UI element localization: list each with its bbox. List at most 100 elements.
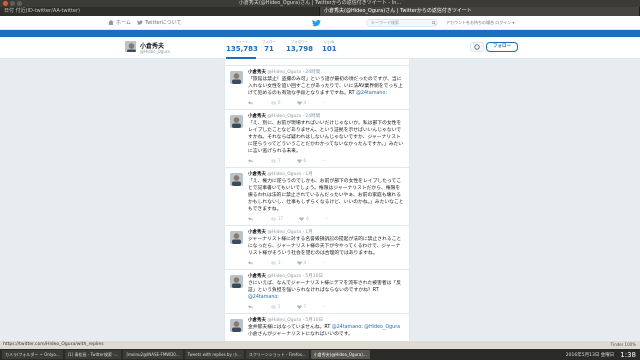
taskbar-item[interactable]: (1) 青松長 - Twitter検索 -... — [64, 350, 122, 359]
more-action[interactable]: ··· — [322, 158, 326, 163]
tweet-text: 金井郁夫様にはなっていませんね。RT — [248, 325, 331, 330]
tweet-meta[interactable]: @Hideo_Ogura · 5月10日 — [267, 274, 323, 279]
search-icon[interactable] — [432, 21, 436, 25]
nav-about[interactable]: Twitterについて — [136, 19, 182, 26]
taskbar-item[interactable]: Tweets with replies by 小... — [184, 350, 244, 359]
browser-tab[interactable]: 日付 付近(ID-twitter/AA-twitter) — [0, 7, 320, 16]
stat-followers[interactable]: フォロワー 13,798 — [286, 40, 313, 54]
nav-home[interactable]: ホーム — [108, 19, 131, 26]
taskbar-item[interactable]: スクリーンショット - Firefox... — [245, 350, 309, 359]
tweet-avatar[interactable] — [230, 319, 243, 332]
reply-icon — [248, 216, 253, 221]
taskbar-item[interactable]: カメラ/フォルダー ~ Onlyo... — [2, 350, 63, 359]
tweet-author-name[interactable]: 小倉秀夫 — [248, 274, 266, 279]
reply-action[interactable] — [248, 158, 255, 163]
retweet-count: 6 — [278, 100, 281, 105]
stat-likes[interactable]: いいね 101 — [322, 40, 337, 54]
stat-tweets[interactable]: ツイート 135,783 — [226, 40, 258, 54]
status-url: https://twitter.com/Hideo_Ogura/with_rep… — [3, 342, 104, 347]
tweet-mention-link[interactable]: @24tamano: — [248, 295, 279, 300]
tweet[interactable]: 小倉秀夫 @Hideo_Ogura · 1月 ジャーナリスト様に対する名誉毀損訴… — [225, 226, 409, 270]
more-icon: ··· — [322, 260, 326, 265]
tweet-author-name[interactable]: 小倉秀夫 — [248, 230, 266, 235]
tweet-mention-link[interactable]: @24tamano: — [356, 91, 387, 96]
tweet-text: ジャーナリスト様に対する名誉毀損訴訟の提起が法的に禁止されることになったら、ジャ… — [248, 237, 402, 256]
follow-button[interactable]: フォロー — [486, 42, 518, 52]
avatar-image — [230, 319, 243, 332]
login-link[interactable]: アカウントをお持ちの場合 ログイン ▾ — [446, 20, 515, 26]
reply-action[interactable] — [248, 216, 255, 221]
profile-avatar[interactable] — [124, 40, 137, 53]
tray-date[interactable]: 2016年5月13日 金曜日 — [566, 352, 614, 358]
tweet-avatar[interactable] — [230, 275, 243, 288]
tweet-avatar[interactable] — [230, 115, 243, 128]
taskbar-item[interactable]: [moinu2@INASE-FMWD0... — [123, 350, 183, 359]
retweet-icon — [271, 159, 276, 162]
tweet-meta[interactable]: @Hideo_Ogura · 5月10日 — [267, 318, 323, 323]
tray-clock[interactable]: 1:38 — [620, 351, 636, 359]
tweet-avatar[interactable] — [230, 71, 243, 84]
tweet-author-name[interactable]: 小倉秀夫 — [248, 318, 266, 323]
like-count: 6 — [306, 216, 309, 221]
avatar-image — [230, 173, 243, 186]
tweet-author-name[interactable]: 小倉秀夫 — [248, 70, 266, 75]
like-action[interactable]: 6 — [299, 216, 309, 221]
more-action[interactable]: ··· — [322, 100, 326, 105]
retweet-action[interactable]: 6 — [271, 100, 281, 105]
os-taskbar: カメラ/フォルダー ~ Onlyo... (1) 青松長 - Twitter検索… — [0, 349, 640, 360]
tweet-meta[interactable]: @Hideo_Ogura · 1月 — [267, 172, 312, 177]
reply-action[interactable] — [248, 260, 255, 265]
taskbar-item-active[interactable]: 小倉秀夫(@Hideo_Ogura)... — [310, 350, 370, 359]
browser-tab-active[interactable]: 小倉秀夫(@Hideo_Ogura)さん | Twitterからの返信付きツイー… — [320, 7, 640, 16]
avatar-image — [230, 231, 243, 244]
window-minimize-button[interactable] — [10, 1, 15, 6]
retweet-count: 5 — [278, 304, 281, 309]
twitter-logo-icon[interactable] — [312, 19, 321, 27]
reply-action[interactable] — [248, 304, 255, 309]
tweet-avatar[interactable] — [230, 231, 243, 244]
tweet-mention-link[interactable]: @24tamano: @Hideo_Ogura — [332, 325, 400, 330]
gear-icon — [474, 44, 480, 50]
window-maximize-button[interactable] — [17, 1, 22, 6]
home-icon — [108, 20, 114, 25]
profile-header-banner — [0, 30, 640, 37]
retweet-icon — [271, 101, 276, 104]
retweet-action[interactable]: 3 — [271, 260, 281, 265]
like-action[interactable]: 6 — [296, 158, 307, 163]
tweet-partial[interactable] — [225, 59, 409, 66]
tweet-avatar[interactable] — [230, 173, 243, 186]
tweet[interactable]: 小倉秀夫 @Hideo_Ogura · 24時間 「旅館は禁止！盗撮のみ可」とい… — [225, 66, 409, 110]
tweet[interactable]: 小倉秀夫 @Hideo_Ogura · 1月 「え、権力に逆らうのでしかも、お前… — [225, 168, 409, 226]
like-count: 6 — [303, 158, 307, 163]
tweet-meta[interactable]: @Hideo_Ogura · 24時間 — [267, 114, 320, 119]
retweet-action[interactable]: 17 — [271, 216, 283, 221]
tweet[interactable]: 小倉秀夫 @Hideo_Ogura · 5月10日 金井郁夫様にはなっていません… — [225, 314, 409, 342]
reply-icon — [248, 260, 253, 265]
search-input[interactable]: キーワード検索 — [366, 19, 438, 27]
like-action[interactable]: 7 — [296, 304, 306, 309]
tweet-author-name[interactable]: 小倉秀夫 — [248, 172, 266, 177]
retweet-action[interactable]: 5 — [271, 304, 281, 309]
retweet-icon — [271, 305, 276, 308]
twitter-top-nav: ホーム Twitterについて キーワード検索 アカウントをお持ちの場合 ログイ… — [0, 16, 640, 30]
profile-handle[interactable]: @Hideo_Ogura — [140, 49, 170, 54]
like-action[interactable]: 4 — [296, 260, 306, 265]
user-actions-button[interactable] — [470, 42, 484, 52]
window-close-button[interactable] — [3, 1, 8, 6]
tweet[interactable]: 小倉秀夫 @Hideo_Ogura · 24時間 「え、別に、お前が現場すればい… — [225, 110, 409, 168]
stat-tweets-value: 135,783 — [226, 45, 258, 53]
tweet-timeline: 小倉秀夫 @Hideo_Ogura · 24時間 「旅館は禁止！盗撮のみ可」とい… — [224, 59, 410, 348]
retweet-action[interactable]: 7 — [271, 158, 281, 163]
tweet-author-name[interactable]: 小倉秀夫 — [248, 114, 266, 119]
more-action[interactable]: ··· — [322, 304, 326, 309]
reply-action[interactable] — [248, 100, 255, 105]
more-action[interactable]: ··· — [325, 216, 329, 221]
tweet-meta[interactable]: @Hideo_Ogura · 1月 — [267, 230, 312, 235]
more-action[interactable]: ··· — [322, 260, 326, 265]
nav-about-label: Twitterについて — [144, 20, 182, 26]
like-action[interactable]: 4 — [296, 100, 306, 105]
tweet-text: 「え、別に、お前が現場すればいいだけじゃないか。私は部下の女性をレイプしたことな… — [248, 121, 404, 154]
tweet[interactable]: 小倉秀夫 @Hideo_Ogura · 5月10日 さにいえば、なんでジャーナリ… — [225, 270, 409, 314]
tweet-meta[interactable]: @Hideo_Ogura · 24時間 — [267, 70, 320, 75]
stat-following[interactable]: フォロー 71 — [262, 40, 276, 54]
